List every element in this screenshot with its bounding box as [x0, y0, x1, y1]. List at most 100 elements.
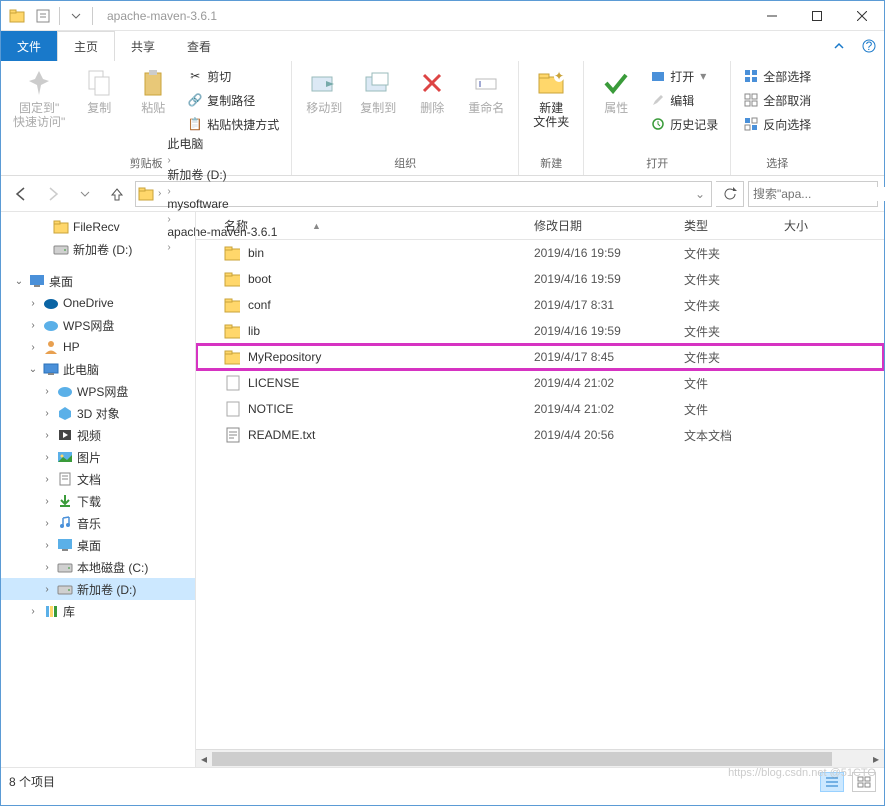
tree-item[interactable]: ›库	[1, 600, 195, 622]
select-none-button[interactable]: 全部取消	[739, 89, 815, 111]
tree-item[interactable]: ›HP	[1, 336, 195, 358]
chevron-right-icon[interactable]: ›	[156, 188, 163, 199]
scroll-right-icon[interactable]: ▸	[868, 750, 884, 767]
paste-button[interactable]: 粘贴	[129, 65, 177, 117]
expand-icon[interactable]: ›	[27, 606, 39, 617]
properties-icon[interactable]	[31, 4, 55, 28]
expand-icon[interactable]: ›	[41, 518, 53, 529]
tree-item[interactable]: ⌄此电脑	[1, 358, 195, 380]
tree-item[interactable]: ›视频	[1, 424, 195, 446]
tree-item[interactable]: ⌄桌面	[1, 270, 195, 292]
file-row[interactable]: LICENSE2019/4/4 21:02文件	[196, 370, 884, 396]
tree-item[interactable]: ›桌面	[1, 534, 195, 556]
expand-icon[interactable]: ›	[41, 474, 53, 485]
expand-icon[interactable]: ›	[41, 452, 53, 463]
column-date[interactable]: 修改日期	[526, 213, 676, 238]
horizontal-scrollbar[interactable]: ◂ ▸	[196, 749, 884, 767]
copy-button[interactable]: 复制	[75, 65, 123, 117]
edit-button[interactable]: 编辑	[646, 89, 722, 111]
breadcrumb[interactable]: mysoftware	[165, 197, 279, 211]
breadcrumb[interactable]: 新加卷 (D:)	[165, 166, 279, 183]
tab-file[interactable]: 文件	[1, 31, 57, 61]
folder-icon[interactable]	[5, 4, 29, 28]
expand-icon[interactable]: ›	[41, 562, 53, 573]
chevron-right-icon[interactable]: ›	[165, 186, 172, 197]
file-row[interactable]: bin2019/4/16 19:59文件夹	[196, 240, 884, 266]
scroll-left-icon[interactable]: ◂	[196, 750, 212, 767]
expand-icon[interactable]: ›	[41, 540, 53, 551]
file-row[interactable]: conf2019/4/17 8:31文件夹	[196, 292, 884, 318]
cut-button[interactable]: ✂剪切	[183, 65, 283, 87]
open-button[interactable]: 打开▾	[646, 65, 722, 87]
copy-path-button[interactable]: 🔗复制路径	[183, 89, 283, 111]
nav-tree[interactable]: FileRecv新加卷 (D:)⌄桌面›OneDrive›WPS网盘›HP⌄此电…	[1, 212, 196, 767]
back-button[interactable]	[7, 180, 35, 208]
scroll-thumb[interactable]	[212, 752, 832, 766]
paste-shortcut-button[interactable]: 📋粘贴快捷方式	[183, 113, 283, 135]
close-button[interactable]	[839, 1, 884, 31]
file-row[interactable]: boot2019/4/16 19:59文件夹	[196, 266, 884, 292]
tab-view[interactable]: 查看	[171, 31, 227, 61]
pin-button[interactable]: 固定到" 快速访问"	[9, 65, 69, 131]
file-row[interactable]: lib2019/4/16 19:59文件夹	[196, 318, 884, 344]
file-row[interactable]: README.txt2019/4/4 20:56文本文档	[196, 422, 884, 448]
invert-selection-button[interactable]: 反向选择	[739, 113, 815, 135]
file-row[interactable]: NOTICE2019/4/4 21:02文件	[196, 396, 884, 422]
chevron-down-icon[interactable]: ⌄	[695, 187, 705, 201]
breadcrumb[interactable]: 此电脑	[165, 135, 279, 152]
minimize-button[interactable]	[749, 1, 794, 31]
qat-dropdown-icon[interactable]	[64, 4, 88, 28]
file-date: 2019/4/17 8:31	[526, 298, 676, 312]
expand-icon[interactable]: ›	[41, 496, 53, 507]
expand-icon[interactable]: ⌄	[27, 364, 39, 375]
item-count: 8 个项目	[9, 773, 55, 790]
help-icon[interactable]: ?	[854, 31, 884, 61]
txt-icon	[224, 427, 240, 443]
tree-item[interactable]: ›新加卷 (D:)	[1, 578, 195, 600]
maximize-button[interactable]	[794, 1, 839, 31]
expand-icon[interactable]: ›	[41, 408, 53, 419]
tab-home[interactable]: 主页	[57, 31, 115, 61]
properties-button[interactable]: 属性	[592, 65, 640, 117]
delete-button[interactable]: 删除	[408, 65, 456, 117]
tree-item[interactable]: 新加卷 (D:)	[1, 238, 195, 260]
expand-icon[interactable]: ›	[41, 430, 53, 441]
chevron-right-icon[interactable]: ›	[165, 155, 172, 166]
search-input[interactable]	[753, 187, 885, 201]
tree-item-label: 文档	[77, 471, 101, 488]
expand-icon[interactable]: ⌄	[13, 276, 25, 287]
tree-item[interactable]: › 文档	[1, 468, 195, 490]
tree-item[interactable]: ›音乐	[1, 512, 195, 534]
address-bar[interactable]: › 此电脑›新加卷 (D:)›mysoftware›apache-maven-3…	[135, 181, 712, 207]
column-type[interactable]: 类型	[676, 213, 776, 238]
tree-item[interactable]: ›下载	[1, 490, 195, 512]
tree-item[interactable]: ›3D 对象	[1, 402, 195, 424]
rename-button[interactable]: 重命名	[462, 65, 510, 117]
expand-icon[interactable]: ›	[27, 320, 39, 331]
tree-item[interactable]: FileRecv	[1, 216, 195, 238]
ribbon-collapse-icon[interactable]	[824, 31, 854, 61]
file-row[interactable]: MyRepository2019/4/17 8:45文件夹	[196, 344, 884, 370]
tree-item[interactable]: ›WPS网盘	[1, 380, 195, 402]
recent-dropdown-icon[interactable]	[71, 180, 99, 208]
expand-icon[interactable]: ›	[41, 584, 53, 595]
tree-item[interactable]: ›本地磁盘 (C:)	[1, 556, 195, 578]
tab-share[interactable]: 共享	[115, 31, 171, 61]
column-name[interactable]: 名称▲	[216, 213, 526, 238]
up-button[interactable]	[103, 180, 131, 208]
tree-item[interactable]: ›WPS网盘	[1, 314, 195, 336]
new-folder-button[interactable]: ✦ 新建 文件夹	[527, 65, 575, 131]
history-button[interactable]: 历史记录	[646, 113, 722, 135]
column-size[interactable]: 大小	[776, 213, 884, 238]
search-box[interactable]	[748, 181, 878, 207]
tree-item[interactable]: ›OneDrive	[1, 292, 195, 314]
expand-icon[interactable]: ›	[27, 298, 39, 309]
moveto-button[interactable]: 移动到	[300, 65, 348, 117]
select-all-button[interactable]: 全部选择	[739, 65, 815, 87]
tree-item[interactable]: ›图片	[1, 446, 195, 468]
expand-icon[interactable]: ›	[41, 386, 53, 397]
expand-icon[interactable]: ›	[27, 342, 39, 353]
forward-button[interactable]	[39, 180, 67, 208]
refresh-button[interactable]	[716, 181, 744, 207]
copyto-button[interactable]: 复制到	[354, 65, 402, 117]
